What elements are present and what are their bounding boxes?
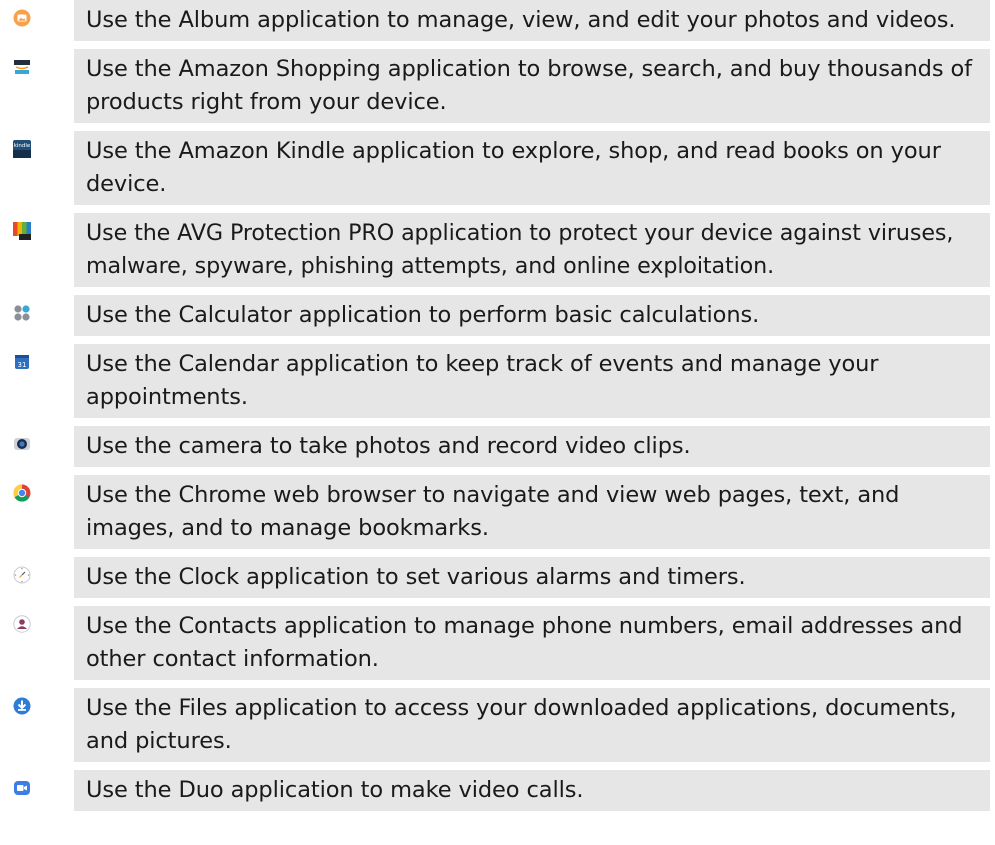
list-item: 31 Use the Calendar application to keep … xyxy=(0,344,995,418)
app-description: Use the AVG Protection PRO application t… xyxy=(74,213,990,287)
chrome-icon xyxy=(13,484,31,502)
app-description: Use the Calendar application to keep tra… xyxy=(74,344,990,418)
app-description: Use the Duo application to make video ca… xyxy=(74,770,990,811)
app-description: Use the camera to take photos and record… xyxy=(74,426,990,467)
amazon-shopping-icon xyxy=(13,58,31,76)
list-item: Use the Calculator application to perfor… xyxy=(0,295,995,336)
contacts-icon xyxy=(13,615,31,633)
list-item: Use the AVG Protection PRO application t… xyxy=(0,213,995,287)
list-item: Use the Contacts application to manage p… xyxy=(0,606,995,680)
list-item: Use the Chrome web browser to navigate a… xyxy=(0,475,995,549)
calculator-icon xyxy=(14,305,30,321)
list-item: Use the Clock application to set various… xyxy=(0,557,995,598)
app-description: Use the Amazon Kindle application to exp… xyxy=(74,131,990,205)
album-icon xyxy=(13,9,31,27)
avg-protection-icon xyxy=(13,222,31,240)
app-description: Use the Calculator application to perfor… xyxy=(74,295,990,336)
calendar-icon-text: 31 xyxy=(18,361,27,369)
amazon-kindle-icon: kindle xyxy=(13,140,31,158)
app-description: Use the Amazon Shopping application to b… xyxy=(74,49,990,123)
calendar-icon: 31 xyxy=(15,355,29,369)
list-item: Use the Album application to manage, vie… xyxy=(0,0,995,41)
kindle-icon-text: kindle xyxy=(14,143,31,149)
list-item: Use the Files application to access your… xyxy=(0,688,995,762)
app-description: Use the Clock application to set various… xyxy=(74,557,990,598)
camera-icon xyxy=(14,438,30,450)
clock-icon xyxy=(13,566,31,584)
files-icon xyxy=(13,697,31,715)
duo-icon xyxy=(14,781,30,795)
app-description: Use the Files application to access your… xyxy=(74,688,990,762)
list-item: Use the Amazon Shopping application to b… xyxy=(0,49,995,123)
list-item: Use the Duo application to make video ca… xyxy=(0,770,995,811)
list-item: kindle Use the Amazon Kindle application… xyxy=(0,131,995,205)
app-list: Use the Album application to manage, vie… xyxy=(0,0,995,819)
app-description: Use the Chrome web browser to navigate a… xyxy=(74,475,990,549)
app-description: Use the Contacts application to manage p… xyxy=(74,606,990,680)
list-item: Use the camera to take photos and record… xyxy=(0,426,995,467)
app-description: Use the Album application to manage, vie… xyxy=(74,0,990,41)
